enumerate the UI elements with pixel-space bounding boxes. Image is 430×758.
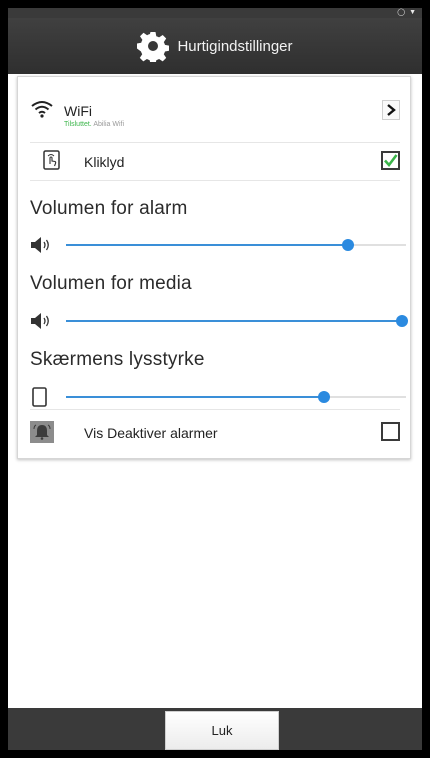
settings-panel: WiFi Tilsluttet. Abilia Wifi Kliklyd Vol [17, 76, 411, 459]
media-volume-title: Volumen for media [30, 273, 192, 294]
speaker-icon [31, 313, 49, 329]
media-volume-slider-row [30, 311, 408, 331]
brightness-slider-row [30, 387, 406, 407]
page-title: Hurtigindstillinger [177, 37, 293, 55]
alarm-volume-thumb[interactable] [342, 239, 355, 251]
tablet-icon [32, 387, 47, 407]
click-sound-label: Kliklyd [84, 154, 125, 170]
alarm-volume-fill [66, 244, 349, 246]
media-volume-thumb[interactable] [396, 315, 408, 327]
alarm-off-icon [30, 421, 54, 443]
close-button[interactable]: Luk [165, 711, 279, 750]
brightness-fill [66, 396, 325, 398]
wifi-label: WiFi [64, 103, 92, 119]
click-sound-row[interactable]: Kliklyd [30, 143, 400, 181]
disable-alarms-label: Vis Deaktiver alarmer [84, 425, 218, 441]
wifi-icon [31, 101, 53, 118]
device-screen: ◯ ▼ Hurtigindstillinger WiFi Tilsluttet.… [8, 8, 422, 750]
wifi-status: Tilsluttet. Abilia Wifi [64, 121, 124, 128]
wifi-status-icon: ▼ [409, 9, 416, 16]
notification-icon: ◯ [397, 9, 406, 16]
gear-icon [137, 32, 170, 62]
brightness-title: Skærmens lysstyrke [30, 349, 205, 370]
wifi-network-name: Abilia Wifi [93, 121, 125, 128]
brightness-slider[interactable] [66, 391, 406, 403]
disable-alarms-checkbox[interactable] [381, 422, 400, 441]
alarm-volume-slider[interactable] [66, 239, 406, 251]
status-icons: ◯ ▼ [397, 8, 416, 18]
wifi-open-button[interactable] [382, 100, 400, 120]
speaker-icon [31, 237, 49, 253]
disable-alarms-row[interactable]: Vis Deaktiver alarmer [30, 409, 400, 455]
touch-screen-icon [43, 150, 60, 170]
bell-icon [33, 424, 51, 440]
status-bar: ◯ ▼ [8, 8, 422, 18]
alarm-volume-slider-row [30, 235, 406, 255]
wifi-connected-text: Tilsluttet. [64, 121, 92, 128]
click-sound-checkbox[interactable] [381, 151, 400, 170]
alarm-volume-title: Volumen for alarm [30, 198, 188, 219]
wifi-row[interactable]: WiFi Tilsluttet. Abilia Wifi [30, 91, 400, 143]
brightness-thumb[interactable] [318, 391, 331, 403]
checkmark-icon [384, 154, 398, 168]
chevron-right-icon [387, 104, 396, 116]
bottom-bar: Luk [8, 708, 422, 750]
title-bar: Hurtigindstillinger [8, 18, 422, 74]
media-volume-slider[interactable] [66, 315, 408, 327]
media-volume-fill [66, 320, 406, 322]
